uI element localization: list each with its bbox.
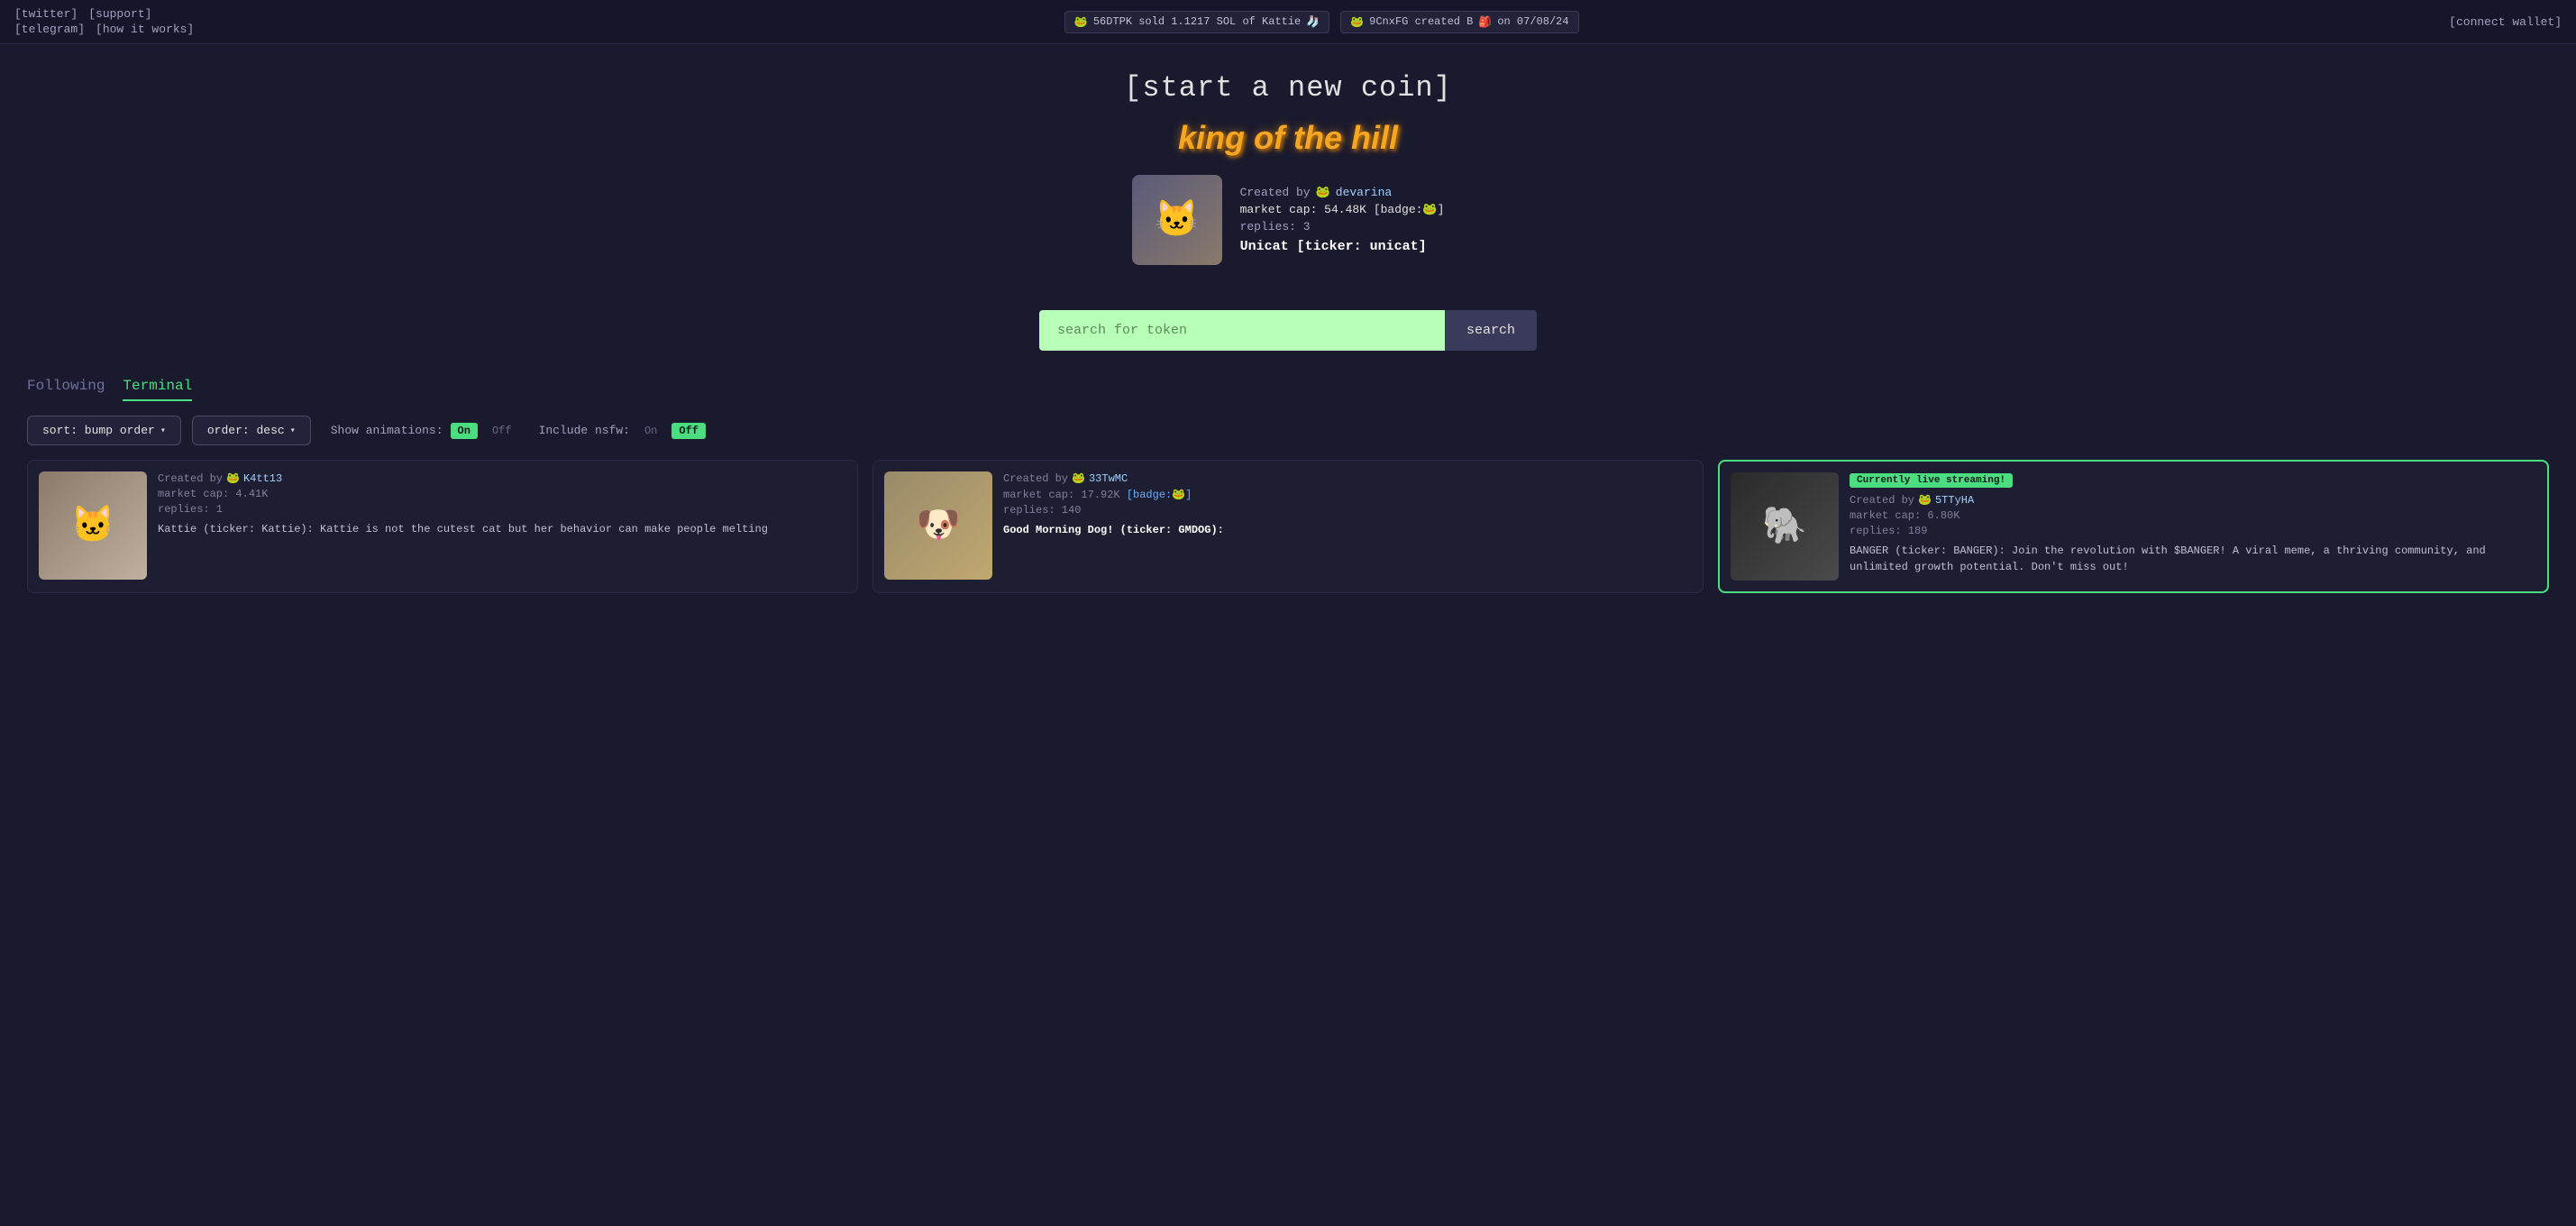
start-coin-title[interactable]: [start a new coin]: [18, 71, 2558, 105]
ticker2-emoji1: 🐸: [1350, 15, 1364, 29]
show-animations-toggle: Show animations: On Off: [331, 423, 519, 439]
featured-creator-name[interactable]: devarina: [1336, 186, 1392, 199]
featured-created-label: Created by: [1240, 186, 1311, 199]
connect-wallet-button[interactable]: [connect wallet]: [2449, 15, 2562, 29]
featured-created-by: Created by 🐸 devarina: [1240, 186, 1445, 199]
telegram-link[interactable]: [telegram]: [14, 23, 85, 36]
include-nsfw-label: Include nsfw:: [539, 424, 630, 437]
coin-creator-name-kattie[interactable]: K4tt13: [243, 472, 282, 485]
ticker1-text: 56DTPK sold 1.1217 SOL of Kattie: [1093, 15, 1301, 28]
controls-row: sort: bump order ▾ order: desc ▾ Show an…: [0, 416, 2576, 460]
coin-card-gmdog[interactable]: 🐶 Created by 🐸 33TwMC market cap: 17.92K…: [872, 460, 1704, 593]
featured-creator-emoji: 🐸: [1316, 186, 1330, 199]
featured-coin-name: Unicat [ticker: unicat]: [1240, 239, 1445, 254]
ticker2-text: 9CnxFG created B: [1369, 15, 1473, 28]
coin-desc-banger: BANGER (ticker: BANGER): Join the revolu…: [1850, 543, 2536, 575]
coin-replies-gmdog: replies: 140: [1003, 504, 1692, 517]
coin-image-gmdog: 🐶: [884, 471, 992, 580]
live-streaming-badge: Currently live streaming!: [1850, 473, 2013, 488]
coin-created-kattie: Created by 🐸 K4tt13: [158, 471, 846, 485]
coin-created-gmdog: Created by 🐸 33TwMC: [1003, 471, 1692, 485]
coin-emoji-banger: 🐘: [1762, 504, 1807, 549]
tabs-section: Following Terminal: [0, 369, 2576, 401]
order-label: order: desc: [207, 424, 285, 437]
ticker2-emoji2: 🎒: [1478, 15, 1492, 29]
header-nav-links: [twitter] [support] [telegram] [how it w…: [14, 7, 194, 36]
search-section: search: [0, 283, 2576, 369]
coin-creator-name-banger[interactable]: 5TTyHA: [1935, 494, 1974, 507]
coin-replies-kattie: replies: 1: [158, 503, 846, 516]
featured-badge-link[interactable]: [badge:🐸]: [1374, 203, 1445, 216]
coin-creator-name-gmdog[interactable]: 33TwMC: [1089, 472, 1128, 485]
sort-dropdown[interactable]: sort: bump order ▾: [27, 416, 181, 445]
featured-coin-info: Created by 🐸 devarina market cap: 54.48K…: [1240, 186, 1445, 254]
coin-badge-gmdog[interactable]: [badge:🐸]: [1127, 489, 1192, 501]
ticker1-emoji1: 🐸: [1074, 15, 1088, 29]
featured-replies: replies: 3: [1240, 220, 1445, 233]
order-dropdown[interactable]: order: desc ▾: [192, 416, 311, 445]
coin-card-banger[interactable]: 🐘 Currently live streaming! Created by 🐸…: [1718, 460, 2549, 593]
coin-creator-emoji-banger: 🐸: [1918, 493, 1932, 507]
ticker-item-2[interactable]: 🐸 9CnxFG created B 🎒 on 07/08/24: [1340, 11, 1578, 33]
include-nsfw-on[interactable]: On: [637, 423, 664, 439]
sort-label: sort: bump order: [42, 424, 155, 437]
coin-emoji-gmdog: 🐶: [916, 503, 961, 548]
show-animations-off[interactable]: Off: [485, 423, 519, 439]
coin-mcap-kattie: market cap: 4.41K: [158, 488, 846, 500]
king-of-hill-label: king of the hill: [18, 119, 2558, 157]
coin-creator-emoji-gmdog: 🐸: [1072, 471, 1085, 485]
ticker-feed: 🐸 56DTPK sold 1.1217 SOL of Kattie 🧦 🐸 9…: [212, 11, 2431, 33]
search-input[interactable]: [1039, 310, 1445, 351]
tab-following[interactable]: Following: [27, 378, 105, 401]
tabs-row: Following Terminal: [27, 378, 2549, 401]
ticker-item-1[interactable]: 🐸 56DTPK sold 1.1217 SOL of Kattie 🧦: [1064, 11, 1329, 33]
featured-market-cap: market cap: 54.48K [badge:🐸]: [1240, 203, 1445, 216]
coin-image-banger: 🐘: [1731, 472, 1839, 581]
featured-coin-image[interactable]: 🐱: [1132, 175, 1222, 265]
coin-info-gmdog: Created by 🐸 33TwMC market cap: 17.92K […: [1003, 471, 1692, 581]
coin-mcap-gmdog: market cap: 17.92K [badge:🐸]: [1003, 488, 1692, 501]
order-chevron-icon: ▾: [290, 425, 296, 436]
coin-replies-banger: replies: 189: [1850, 525, 2536, 537]
coin-mcap-banger: market cap: 6.80K: [1850, 509, 2536, 522]
include-nsfw-off[interactable]: Off: [671, 423, 706, 439]
support-link[interactable]: [support]: [88, 7, 151, 21]
coin-created-banger: Created by 🐸 5TTyHA: [1850, 493, 2536, 507]
tab-terminal[interactable]: Terminal: [123, 378, 192, 401]
include-nsfw-toggle: Include nsfw: On Off: [539, 423, 706, 439]
twitter-link[interactable]: [twitter]: [14, 7, 78, 21]
coins-grid: 🐱 Created by 🐸 K4tt13 market cap: 4.41K …: [0, 460, 2576, 620]
hero-section: [start a new coin] king of the hill 🐱 Cr…: [0, 44, 2576, 283]
coin-desc-gmdog: Good Morning Dog! (ticker: GMDOG):: [1003, 522, 1692, 538]
how-it-works-link[interactable]: [how it works]: [96, 23, 194, 36]
coin-info-kattie: Created by 🐸 K4tt13 market cap: 4.41K re…: [158, 471, 846, 581]
header: [twitter] [support] [telegram] [how it w…: [0, 0, 2576, 44]
coin-creator-emoji-kattie: 🐸: [226, 471, 240, 485]
featured-coin-card: 🐱 Created by 🐸 devarina market cap: 54.4…: [18, 175, 2558, 265]
show-animations-label: Show animations:: [331, 424, 443, 437]
featured-coin-emoji: 🐱: [1155, 197, 1200, 242]
coin-emoji-kattie: 🐱: [70, 503, 115, 548]
coin-desc-kattie: Kattie (ticker: Kattie): Kattie is not t…: [158, 521, 846, 537]
sort-chevron-icon: ▾: [160, 425, 166, 436]
ticker1-emoji2: 🧦: [1306, 15, 1320, 29]
coin-info-banger: Currently live streaming! Created by 🐸 5…: [1850, 472, 2536, 581]
coin-image-kattie: 🐱: [39, 471, 147, 580]
search-button[interactable]: search: [1445, 310, 1537, 351]
ticker2-date: on 07/08/24: [1497, 15, 1568, 28]
show-animations-on[interactable]: On: [451, 423, 478, 439]
coin-card-kattie[interactable]: 🐱 Created by 🐸 K4tt13 market cap: 4.41K …: [27, 460, 858, 593]
